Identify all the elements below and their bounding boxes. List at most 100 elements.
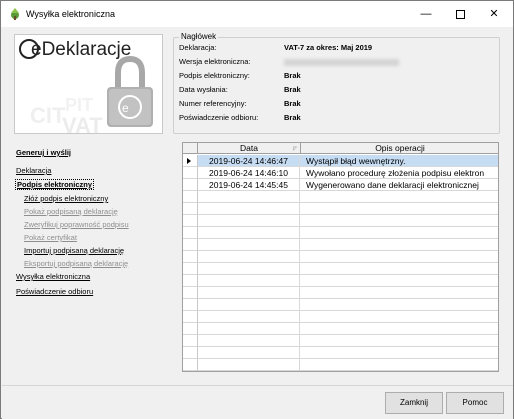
row-selector[interactable]	[183, 347, 198, 359]
table-row[interactable]	[198, 239, 498, 251]
header-value: VAT-7 za okres: Maj 2019	[284, 43, 373, 52]
brand-text: eDeklaracje	[31, 39, 132, 60]
table-row[interactable]	[198, 203, 498, 215]
row-selector[interactable]	[183, 275, 198, 287]
table-row[interactable]	[198, 275, 498, 287]
row-selector[interactable]	[183, 287, 198, 299]
cell-opis	[301, 239, 498, 251]
maximize-button[interactable]	[443, 1, 477, 27]
cell-data	[198, 347, 300, 359]
row-selector[interactable]	[183, 167, 198, 179]
help-button[interactable]: Pomoc	[446, 392, 504, 414]
nav-zloz-podpis[interactable]: Złóż podpis elektroniczny	[24, 194, 108, 203]
column-label: Data	[240, 143, 258, 153]
row-selector[interactable]	[183, 335, 198, 347]
table-row[interactable]	[198, 299, 498, 311]
wysylka-window: Wysyłka elektroniczna — ✕ CIT PIT VAT e …	[0, 0, 514, 419]
cell-opis: Wywołano procedurę złożenia podpisu elek…	[306, 168, 485, 178]
header-label: Data wysłania:	[179, 85, 228, 94]
cell-data	[198, 287, 300, 299]
nav-wysylka-elektroniczna[interactable]: Wysyłka elektroniczna	[16, 272, 90, 281]
app-icon	[8, 7, 22, 21]
row-selector[interactable]	[183, 263, 198, 275]
header-label: Poświadczenie odbioru:	[179, 113, 259, 122]
cell-opis	[301, 347, 498, 359]
cell-opis	[301, 299, 498, 311]
header-value: Brak	[284, 85, 301, 94]
current-row-icon	[187, 158, 191, 164]
grid-header: Data ◸ Opis operacji	[183, 143, 498, 154]
column-header-opis[interactable]: Opis operacji	[301, 143, 498, 154]
cell-data	[198, 335, 300, 347]
table-row[interactable]	[198, 287, 498, 299]
row-selector[interactable]	[183, 191, 198, 203]
nav-pokaz-podpisana-deklaracje[interactable]: Pokaż podpisaną deklarację	[24, 207, 118, 216]
row-selector[interactable]	[183, 311, 198, 323]
header-value: Brak	[284, 99, 301, 108]
cell-data	[198, 239, 300, 251]
row-selector[interactable]	[183, 323, 198, 335]
cell-data	[198, 251, 300, 263]
header-value: Brak	[284, 113, 301, 122]
column-header-data[interactable]: Data ◸	[198, 143, 301, 154]
cell-data: 2019-06-24 14:46:47	[198, 155, 300, 167]
table-row[interactable]	[198, 347, 498, 359]
nav-importuj-podpisana-deklaracje[interactable]: Importuj podpisaną deklarację	[24, 246, 124, 255]
cell-data	[198, 299, 300, 311]
nav-zweryfikuj-podpis[interactable]: Zweryfikuj poprawność podpisu	[24, 220, 129, 229]
nav-deklaracja[interactable]: Deklaracja	[16, 166, 51, 175]
header-label: Wersja elektroniczna:	[179, 57, 251, 66]
cell-data: 2019-06-24 14:46:10	[198, 167, 300, 179]
cell-opis	[301, 275, 498, 287]
maximize-icon	[455, 9, 465, 19]
close-button[interactable]: ✕	[477, 1, 511, 27]
table-row[interactable]	[198, 263, 498, 275]
row-selector[interactable]	[183, 155, 198, 167]
operations-grid[interactable]: Data ◸ Opis operacji 2019-06-24 14:46:47…	[182, 142, 499, 372]
nav-pokaz-certyfikat[interactable]: Pokaż certyfikat	[24, 233, 77, 242]
table-row[interactable]	[198, 191, 498, 203]
table-row[interactable]: 2019-06-24 14:46:10 Wywołano procedurę zł…	[198, 167, 498, 179]
column-label: Opis operacji	[375, 143, 425, 153]
nav-generuj-i-wyslij[interactable]: Generuj i wyślij	[16, 148, 71, 157]
nav-eksportuj-podpisana-deklaracje[interactable]: Eksportuj podpisaną deklarację	[24, 259, 128, 268]
table-row[interactable]	[198, 323, 498, 335]
table-row[interactable]: 2019-06-24 14:45:45 Wygenerowano dane dek…	[198, 179, 498, 191]
close-dialog-button[interactable]: Zamknij	[385, 392, 443, 414]
row-selector[interactable]	[183, 359, 198, 371]
row-selector[interactable]	[183, 251, 198, 263]
cell-data	[198, 263, 300, 275]
row-selector[interactable]	[183, 179, 198, 191]
title-bar[interactable]: Wysyłka elektroniczna — ✕	[1, 1, 513, 27]
nav-podpis-elektroniczny[interactable]: Podpis elektroniczny	[15, 179, 95, 190]
table-row[interactable]	[198, 251, 498, 263]
header-legend: Nagłówek	[179, 32, 219, 41]
nav-poswiadczenie-odbioru[interactable]: Poświadczenie odbioru	[16, 287, 93, 296]
cell-data	[198, 323, 300, 335]
header-value: Brak	[284, 71, 301, 80]
table-row[interactable]	[198, 215, 498, 227]
cell-opis: Wygenerowano dane deklaracji elektronicz…	[306, 180, 479, 190]
cell-opis	[301, 311, 498, 323]
row-selector[interactable]	[183, 215, 198, 227]
table-row[interactable]	[198, 227, 498, 239]
table-row[interactable]: 2019-06-24 14:46:47 Wystąpił błąd wewnętr…	[198, 155, 498, 167]
edeklaracje-logo: CIT PIT VAT e eDeklaracje	[14, 34, 163, 134]
cell-data	[198, 359, 300, 371]
cell-opis	[301, 203, 498, 215]
cell-data	[198, 227, 300, 239]
table-row[interactable]	[198, 359, 498, 371]
minimize-button[interactable]: —	[409, 1, 443, 27]
cell-opis	[301, 335, 498, 347]
cell-opis	[301, 287, 498, 299]
row-selector[interactable]	[183, 239, 198, 251]
table-row[interactable]	[198, 335, 498, 347]
row-selector[interactable]	[183, 299, 198, 311]
cell-data	[198, 311, 300, 323]
row-selector[interactable]	[183, 203, 198, 215]
svg-text:VAT: VAT	[62, 113, 103, 134]
row-selector[interactable]	[183, 227, 198, 239]
cell-data	[198, 275, 300, 287]
table-row[interactable]	[198, 311, 498, 323]
footer-bar: Zamknij Pomoc	[2, 385, 513, 419]
